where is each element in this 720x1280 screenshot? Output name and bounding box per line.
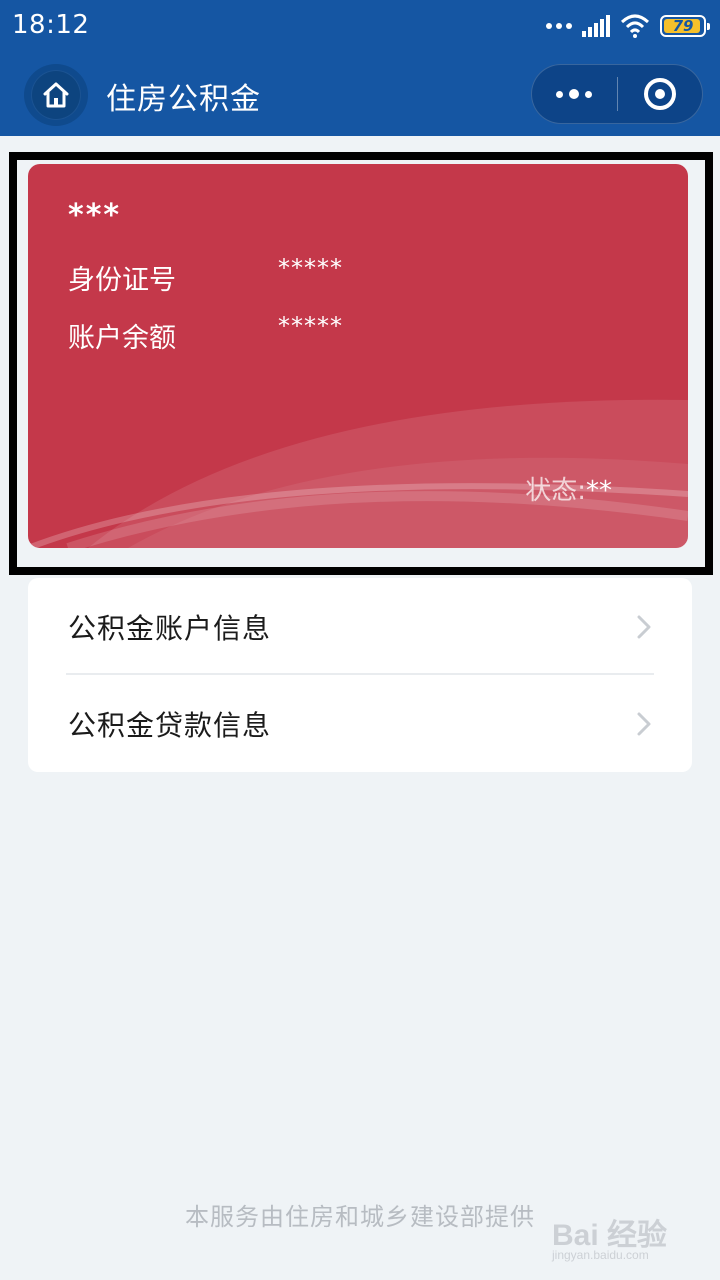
menu-item-label: 公积金账户信息 — [68, 611, 272, 645]
battery-level: 79 — [672, 17, 694, 35]
id-number-row: 身份证号 ***** — [68, 254, 342, 297]
id-number-value: ***** — [278, 254, 343, 282]
status-icons: 79 — [546, 12, 710, 40]
account-card[interactable]: *** 身份证号 ***** 账户余额 ***** 状态:** — [28, 164, 688, 548]
home-icon — [43, 82, 69, 108]
status-value: ** — [586, 476, 612, 506]
account-status: 状态:** — [525, 470, 612, 507]
menu-item-label: 公积金贷款信息 — [68, 708, 272, 742]
watermark-url: jingyan.baidu.com — [552, 1248, 649, 1262]
home-button[interactable] — [24, 64, 88, 126]
account-holder-name: *** — [68, 198, 122, 233]
target-icon — [643, 78, 676, 110]
page-title: 住房公积金 — [106, 82, 261, 117]
app-header: 18:12 79 住房公积金 — [0, 0, 720, 136]
status-time: 18:12 — [12, 10, 90, 40]
wifi-icon — [620, 14, 650, 38]
status-label: 状态: — [525, 476, 586, 506]
balance-row: 账户余额 ***** — [68, 312, 342, 355]
menu-item-loan-info[interactable]: 公积金贷款信息 — [28, 675, 692, 772]
mini-program-capsule — [531, 64, 703, 124]
info-menu: 公积金账户信息 公积金贷款信息 — [28, 578, 692, 772]
balance-value: ***** — [278, 312, 343, 340]
balance-label: 账户余额 — [68, 323, 176, 354]
close-button[interactable] — [618, 65, 703, 123]
chevron-right-icon — [637, 615, 651, 638]
signal-icon — [582, 15, 610, 37]
more-button[interactable] — [532, 65, 617, 123]
menu-item-account-info[interactable]: 公积金账户信息 — [28, 578, 692, 675]
dots-icon — [546, 23, 572, 29]
id-number-label: 身份证号 — [68, 265, 176, 296]
chevron-right-icon — [637, 712, 651, 735]
battery-icon: 79 — [660, 15, 710, 37]
